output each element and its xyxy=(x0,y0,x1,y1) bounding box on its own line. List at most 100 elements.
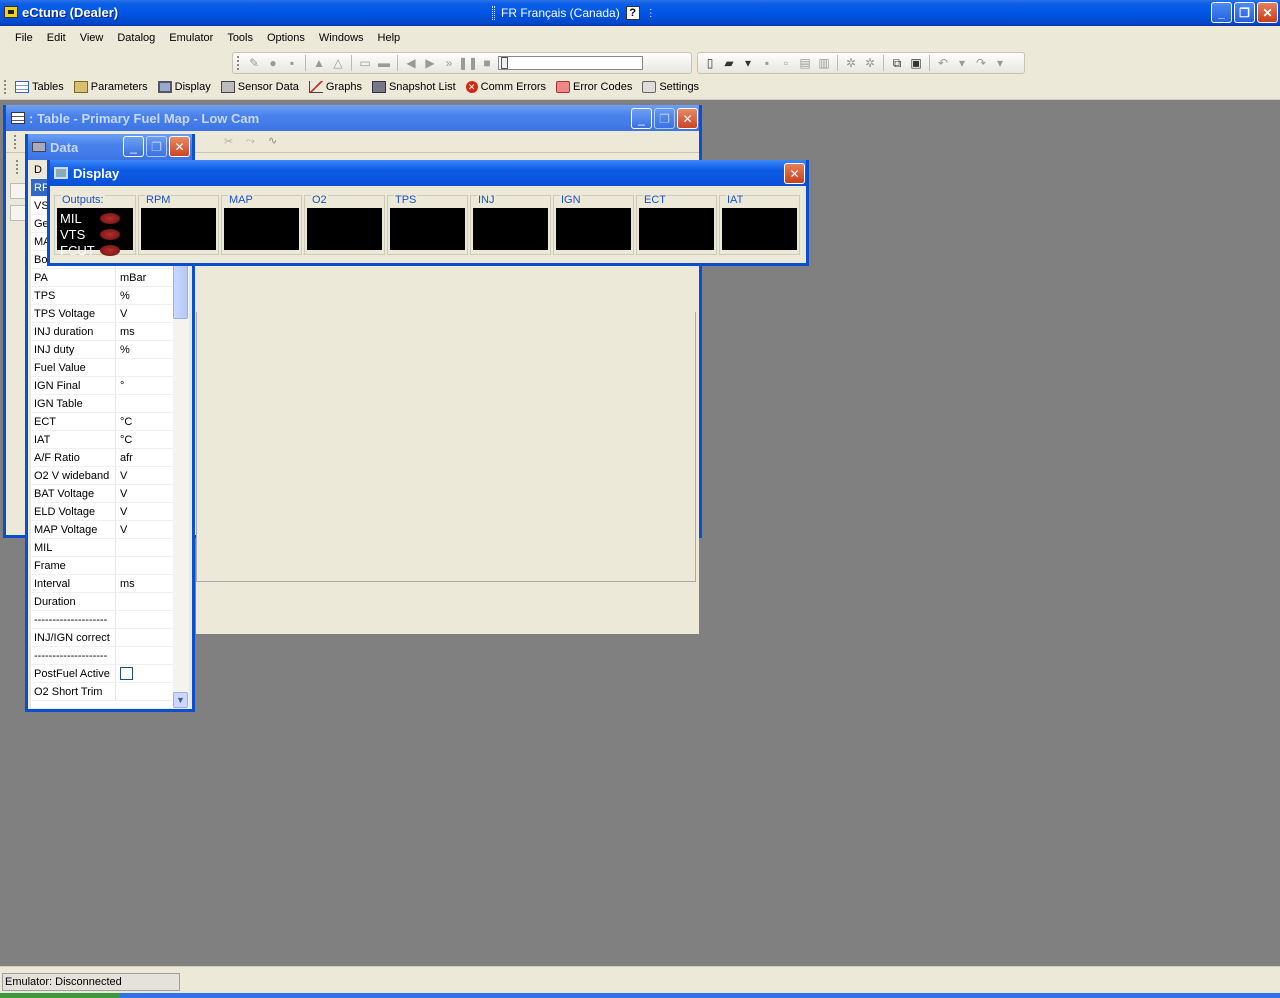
app-restore-button[interactable]: ❐ xyxy=(1234,2,1255,23)
menu-emulator[interactable]: Emulator xyxy=(162,32,220,44)
menu-windows[interactable]: Windows xyxy=(312,32,371,44)
menu-file[interactable]: File xyxy=(8,32,40,44)
menu-datalog[interactable]: Datalog xyxy=(110,32,162,44)
postfuel-active-checkbox[interactable] xyxy=(120,667,133,680)
scroll-down-icon[interactable]: ▼ xyxy=(173,692,188,708)
save-log-icon[interactable]: ▪ xyxy=(284,55,300,71)
redo-dropdown-icon[interactable]: ▾ xyxy=(992,55,1008,71)
list-item[interactable]: TPS Voltage V xyxy=(31,305,176,323)
language-options-icon[interactable]: ⋮ xyxy=(646,8,656,19)
graphs-button[interactable]: Graphs xyxy=(304,81,367,93)
save-icon[interactable]: ▪ xyxy=(759,55,775,71)
language-bar[interactable]: FR Français (Canada) ? ⋮ xyxy=(492,3,656,23)
app-icon[interactable] xyxy=(4,6,18,18)
step-back-icon[interactable]: ◀ xyxy=(403,55,419,71)
list-item[interactable]: BAT Voltage V xyxy=(31,485,176,503)
display-button[interactable]: Display xyxy=(153,81,216,93)
list-item[interactable]: O2 V wideband V xyxy=(31,467,176,485)
playback-slider-thumb[interactable] xyxy=(501,57,508,69)
play-icon[interactable]: ▶ xyxy=(422,55,438,71)
open-folder-icon[interactable]: ▰ xyxy=(721,55,737,71)
save-as-icon[interactable]: ▫ xyxy=(778,55,794,71)
start-button[interactable] xyxy=(0,993,120,998)
tables-button[interactable]: Tables xyxy=(10,81,69,93)
list-item[interactable]: ECT °C xyxy=(31,413,176,431)
smooth-icon[interactable]: ⤳ xyxy=(246,135,255,148)
data-close-button[interactable]: ✕ xyxy=(169,136,190,157)
list-item[interactable]: IGN Final ° xyxy=(31,377,176,395)
list-item[interactable]: Fuel Value xyxy=(31,359,176,377)
list-item[interactable]: MIL xyxy=(31,539,176,557)
language-bar-grip[interactable] xyxy=(492,6,495,20)
menu-view[interactable]: View xyxy=(73,32,111,44)
app-close-button[interactable]: ✕ xyxy=(1257,2,1278,23)
warning-icon[interactable]: ▲ xyxy=(311,55,327,71)
copy-icon[interactable]: ⧉ xyxy=(889,55,905,71)
marker-icon[interactable]: △ xyxy=(330,55,346,71)
list-item[interactable]: -------------------- xyxy=(31,611,176,629)
parameters-button[interactable]: Parameters xyxy=(69,81,153,93)
list-item[interactable]: Interval ms xyxy=(31,575,176,593)
list-item[interactable]: PA mBar xyxy=(31,269,176,287)
download-icon[interactable]: ▥ xyxy=(816,55,832,71)
list-item[interactable]: ELD Voltage V xyxy=(31,503,176,521)
table-close-button[interactable]: ✕ xyxy=(677,108,698,129)
list-item[interactable]: A/F Ratio afr xyxy=(31,449,176,467)
connect-icon[interactable]: ✎ xyxy=(246,55,262,71)
language-help-icon[interactable]: ? xyxy=(625,6,640,20)
error-codes-button[interactable]: Error Codes xyxy=(551,81,637,93)
list-item[interactable]: Frame xyxy=(31,557,176,575)
undo-icon[interactable]: ↶ xyxy=(935,55,951,71)
comm-errors-button[interactable]: ✕ Comm Errors xyxy=(461,81,551,93)
redo-icon[interactable]: ↷ xyxy=(973,55,989,71)
data-minimize-button[interactable]: _ xyxy=(123,136,144,157)
toolbar-grip[interactable] xyxy=(237,56,240,70)
pause-icon[interactable]: ❚❚ xyxy=(458,55,478,71)
paste-icon[interactable]: ▣ xyxy=(908,55,924,71)
record-icon[interactable]: ● xyxy=(265,55,281,71)
chip-read-icon[interactable]: ✲ xyxy=(843,55,859,71)
sensor-data-button[interactable]: Sensor Data xyxy=(216,81,304,93)
app-minimize-button[interactable]: _ xyxy=(1211,2,1232,23)
upload-icon[interactable]: ▤ xyxy=(797,55,813,71)
display-window-title-bar[interactable]: Display xyxy=(50,160,806,186)
table-maximize-button[interactable]: ❐ xyxy=(654,108,675,129)
data-toolbar-grip[interactable] xyxy=(16,160,19,174)
menu-options[interactable]: Options xyxy=(260,32,312,44)
log-list-icon[interactable]: ▬ xyxy=(376,55,392,71)
list-item[interactable]: TPS% xyxy=(31,287,176,305)
list-item[interactable]: INJ duty% xyxy=(31,341,176,359)
list-item[interactable]: O2 Short Trim xyxy=(31,683,176,701)
list-item[interactable]: -------------------- xyxy=(31,647,176,665)
list-item[interactable]: Duration xyxy=(31,593,176,611)
list-item[interactable]: IGN Table xyxy=(31,395,176,413)
data-maximize-button[interactable]: ❐ xyxy=(146,136,167,157)
interpolate-icon[interactable]: ✂ xyxy=(224,135,233,148)
list-item[interactable]: INJ duration ms xyxy=(31,323,176,341)
toolbar-grip[interactable] xyxy=(4,80,7,94)
dropdown-arrow-icon[interactable]: ▾ xyxy=(740,55,756,71)
wave-icon[interactable]: ∿ xyxy=(268,134,277,147)
chip-write-icon[interactable]: ✲ xyxy=(862,55,878,71)
display-close-button[interactable]: ✕ xyxy=(784,163,805,184)
open-log-icon[interactable]: ▭ xyxy=(357,55,373,71)
list-item[interactable]: INJ/IGN correct xyxy=(31,629,176,647)
undo-dropdown-icon[interactable]: ▾ xyxy=(954,55,970,71)
language-label[interactable]: FR Français (Canada) xyxy=(501,6,620,20)
playback-slider[interactable] xyxy=(498,56,643,70)
data-window-title-bar[interactable]: Data xyxy=(28,134,192,160)
menu-edit[interactable]: Edit xyxy=(40,32,73,44)
snapshot-list-button[interactable]: Snapshot List xyxy=(367,81,461,93)
fast-forward-icon[interactable]: » xyxy=(441,55,457,71)
table-toolbar-grip[interactable] xyxy=(14,135,17,149)
table-minimize-button[interactable]: _ xyxy=(631,108,652,129)
menu-tools[interactable]: Tools xyxy=(220,32,260,44)
settings-button[interactable]: Settings xyxy=(637,81,704,93)
table-window-title-bar[interactable]: : Table - Primary Fuel Map - Low Cam xyxy=(6,105,699,131)
list-item[interactable]: IAT °C xyxy=(31,431,176,449)
new-file-icon[interactable]: ▯ xyxy=(702,55,718,71)
menu-help[interactable]: Help xyxy=(371,32,408,44)
stop-icon[interactable]: ■ xyxy=(479,55,495,71)
list-item[interactable]: MAP Voltage V xyxy=(31,521,176,539)
list-item[interactable]: PostFuel Active xyxy=(31,665,176,683)
